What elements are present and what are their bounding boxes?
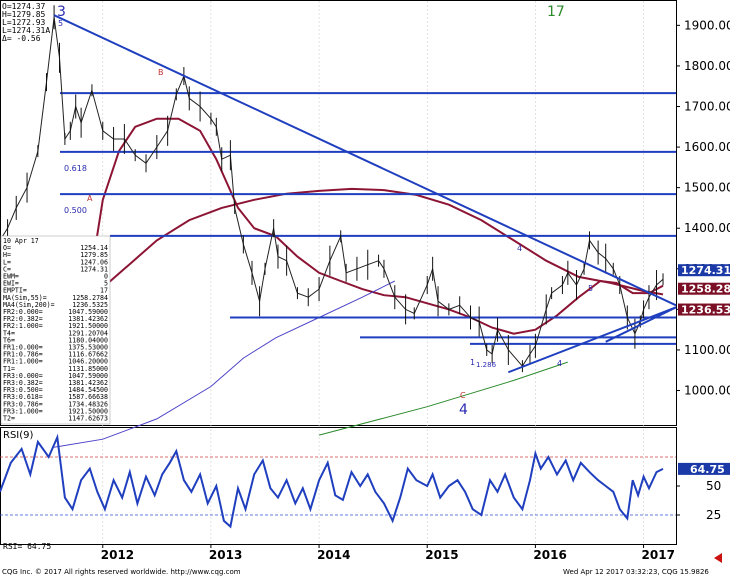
fib-label-0618: 0.618 — [64, 164, 87, 173]
price-tick-label: 1600.00 — [684, 140, 730, 154]
rsi-readout: RSI= 64.75 — [3, 542, 51, 551]
time-tick-label: 2013 — [209, 548, 242, 562]
marker-5-right: 5 — [588, 284, 593, 293]
price-tick-label: 1700.00 — [684, 99, 730, 113]
fib-label-1286: 1.286 — [476, 361, 497, 369]
time-tick-label: 2017 — [642, 548, 675, 562]
price-tick-label: 1400.00 — [684, 221, 730, 235]
time-tick-label: 2016 — [533, 548, 566, 562]
info-box: 10 Apr 17O= 1254.14H= 1279.85L= 1247.06C= 12… — [0, 235, 111, 425]
marker-1: 1 — [470, 358, 475, 367]
time-tick-label: 2015 — [425, 548, 458, 562]
info-box-key: T2= — [3, 415, 15, 423]
marker-b: B — [158, 68, 164, 77]
fib-label-0500: 0.500 — [64, 206, 87, 215]
instrument-line: Δ= -0.56 — [2, 34, 41, 43]
marker-5-top: 5 — [58, 19, 63, 28]
marker-4-low: 4 — [557, 359, 562, 368]
rsi-panel-frame — [0, 427, 677, 545]
ma55-badge-label: 1258.28 — [681, 283, 730, 296]
price-tick-label: 1000.00 — [684, 384, 730, 398]
price-tick-label: 1500.00 — [684, 181, 730, 195]
last-price-badge-label: 1274.31 — [681, 264, 730, 277]
marker-c: C — [460, 391, 466, 400]
price-tick-label: 1800.00 — [684, 59, 730, 73]
time-tick-label: 2012 — [101, 548, 134, 562]
price-tick-label: 1100.00 — [684, 343, 730, 357]
price-badges: 1274.31 1258.28 1236.53 — [678, 264, 730, 317]
scroll-left-arrow-icon[interactable] — [714, 553, 722, 563]
rsi-tick-label: 50 — [706, 479, 721, 493]
time-tick-label: 2014 — [317, 548, 350, 562]
price-chart: 1000.001100.001200.001300.001400.001500.… — [0, 0, 730, 576]
wave-label-3: 3 — [57, 4, 66, 20]
wave-label-17: 17 — [547, 4, 565, 20]
info-box-value: 1147.62673 — [68, 415, 108, 423]
price-tick-label: 1900.00 — [684, 18, 730, 32]
footer-timestamp: Wed Apr 12 2017 03:32:23, CQG 15.9826 — [563, 568, 709, 576]
rsi-tick-label: 25 — [706, 508, 721, 522]
marker-a: A — [87, 194, 93, 203]
rsi-badge-label: 64.75 — [690, 463, 725, 476]
ma200-badge-label: 1236.53 — [681, 304, 730, 317]
footer-copyright: CQG Inc. © 2017 All rights reserved worl… — [2, 568, 241, 576]
rsi-title: RSI(9) — [3, 430, 34, 441]
marker-4-mid: 4 — [517, 244, 522, 253]
wave-label-4: 4 — [459, 402, 468, 418]
